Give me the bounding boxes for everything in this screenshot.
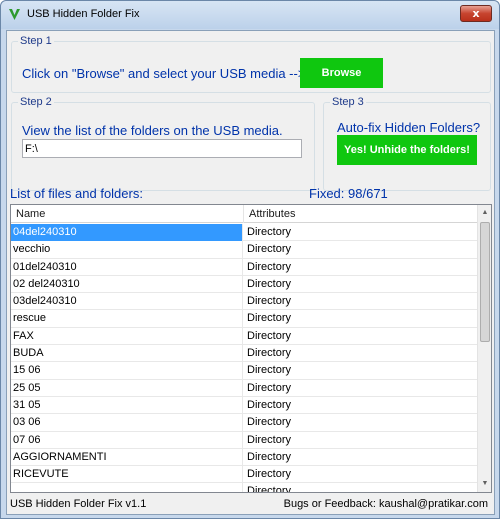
table-row[interactable]: rescue Directory	[11, 310, 477, 328]
list-caption: List of files and folders:	[10, 186, 143, 201]
column-header-name[interactable]: Name	[11, 205, 244, 223]
step2-instruction: View the list of the folders on the USB …	[22, 123, 283, 138]
table-row[interactable]: RICEVUTE Directory	[11, 466, 477, 484]
app-window: USB Hidden Folder Fix x Step 1 Click on …	[0, 0, 500, 519]
row-attribute-cell: Directory	[247, 398, 292, 411]
row-name-cell: FAX	[11, 327, 243, 345]
step2-title: Step 2	[18, 96, 54, 108]
table-row[interactable]: Directory	[11, 483, 477, 493]
step1-group: Step 1 Click on "Browse" and select your…	[11, 35, 491, 93]
row-name-cell: 31 05	[11, 396, 243, 414]
unhide-folders-button[interactable]: Yes! Unhide the folders!	[337, 135, 477, 165]
step1-title: Step 1	[18, 35, 54, 47]
listview-header: Name Attributes	[11, 205, 477, 223]
table-row[interactable]: 03 06 Directory	[11, 414, 477, 432]
close-button[interactable]: x	[460, 5, 492, 22]
v-logo-icon	[9, 9, 20, 20]
vertical-scrollbar[interactable]: ▲ ▼	[477, 205, 491, 492]
scroll-up-icon[interactable]: ▲	[478, 205, 491, 221]
step2-group: Step 2 View the list of the folders on t…	[11, 96, 315, 191]
step1-instruction: Click on "Browse" and select your USB me…	[22, 66, 306, 81]
scroll-down-icon[interactable]: ▼	[478, 476, 491, 492]
row-attribute-cell: Directory	[247, 329, 292, 342]
table-row[interactable]: 15 06 Directory	[11, 362, 477, 380]
row-name-cell: 04del240310	[11, 224, 243, 241]
column-header-attributes[interactable]: Attributes	[244, 205, 477, 223]
row-attribute-cell: Directory	[247, 381, 292, 394]
row-attribute-cell: Directory	[247, 416, 292, 429]
table-row[interactable]: vecchio Directory	[11, 241, 477, 259]
row-name-cell	[11, 483, 243, 492]
browse-button[interactable]: Browse	[300, 58, 383, 88]
row-name-cell: BUDA	[11, 345, 243, 363]
step3-title: Step 3	[330, 96, 366, 108]
path-field[interactable]	[22, 139, 302, 158]
files-listview[interactable]: Name Attributes 04del240310 Directory vecc…	[10, 204, 492, 493]
version-label: USB Hidden Folder Fix v1.1	[10, 498, 147, 510]
table-row[interactable]: 31 05 Directory	[11, 396, 477, 415]
title-bar[interactable]: USB Hidden Folder Fix x	[1, 1, 499, 29]
step3-question: Auto-fix Hidden Folders?	[337, 120, 481, 135]
row-attribute-cell: Directory	[247, 347, 292, 360]
row-attribute-cell: Directory	[247, 277, 292, 290]
close-icon: x	[472, 7, 480, 20]
row-attribute-cell: Directory	[247, 468, 292, 481]
row-name-cell: 03 06	[11, 414, 243, 432]
row-name-cell: AGGIORNAMENTI	[11, 448, 243, 466]
row-name-cell: 03del240310	[11, 293, 243, 311]
row-attribute-cell: Directory	[247, 226, 292, 238]
table-row[interactable]: 02 del240310 Directory	[11, 275, 477, 294]
step3-group: Step 3 Auto-fix Hidden Folders? Yes! Unh…	[323, 96, 491, 191]
window-title: USB Hidden Folder Fix	[27, 8, 140, 20]
table-row[interactable]: BUDA Directory	[11, 345, 477, 363]
row-attribute-cell: Directory	[247, 295, 292, 308]
row-attribute-cell: Directory	[247, 433, 292, 446]
row-attribute-cell: Directory	[247, 364, 292, 377]
scroll-thumb[interactable]	[480, 222, 490, 342]
row-attribute-cell: Directory	[247, 450, 292, 463]
table-row[interactable]: 07 06 Directory	[11, 431, 477, 449]
fixed-count: Fixed: 98/671	[309, 186, 388, 201]
row-attribute-cell: Directory	[247, 243, 292, 256]
listview-rows: 04del240310 Directory vecchio Directory 01de…	[11, 224, 477, 493]
table-row[interactable]: 03del240310 Directory	[11, 293, 477, 311]
row-name-cell: 01del240310	[11, 258, 243, 276]
row-attribute-cell: Directory	[247, 312, 292, 325]
table-row[interactable]: 01del240310 Directory	[11, 258, 477, 276]
row-attribute-cell: Directory	[247, 485, 292, 493]
table-row[interactable]: AGGIORNAMENTI Directory	[11, 448, 477, 467]
row-name-cell: 25 05	[11, 379, 243, 397]
client-area: Step 1 Click on "Browse" and select your…	[6, 30, 495, 515]
table-row[interactable]: 04del240310 Directory	[11, 224, 477, 242]
table-row[interactable]: FAX Directory	[11, 327, 477, 346]
table-row[interactable]: 25 05 Directory	[11, 379, 477, 397]
row-name-cell: 07 06	[11, 431, 243, 449]
row-name-cell: RICEVUTE	[11, 466, 243, 484]
row-name-cell: rescue	[11, 310, 243, 328]
row-name-cell: 02 del240310	[11, 275, 243, 293]
row-attribute-cell: Directory	[247, 260, 292, 273]
feedback-label: Bugs or Feedback: kaushal@pratikar.com	[283, 498, 488, 510]
row-name-cell: vecchio	[11, 241, 243, 259]
row-name-cell: 15 06	[11, 362, 243, 380]
